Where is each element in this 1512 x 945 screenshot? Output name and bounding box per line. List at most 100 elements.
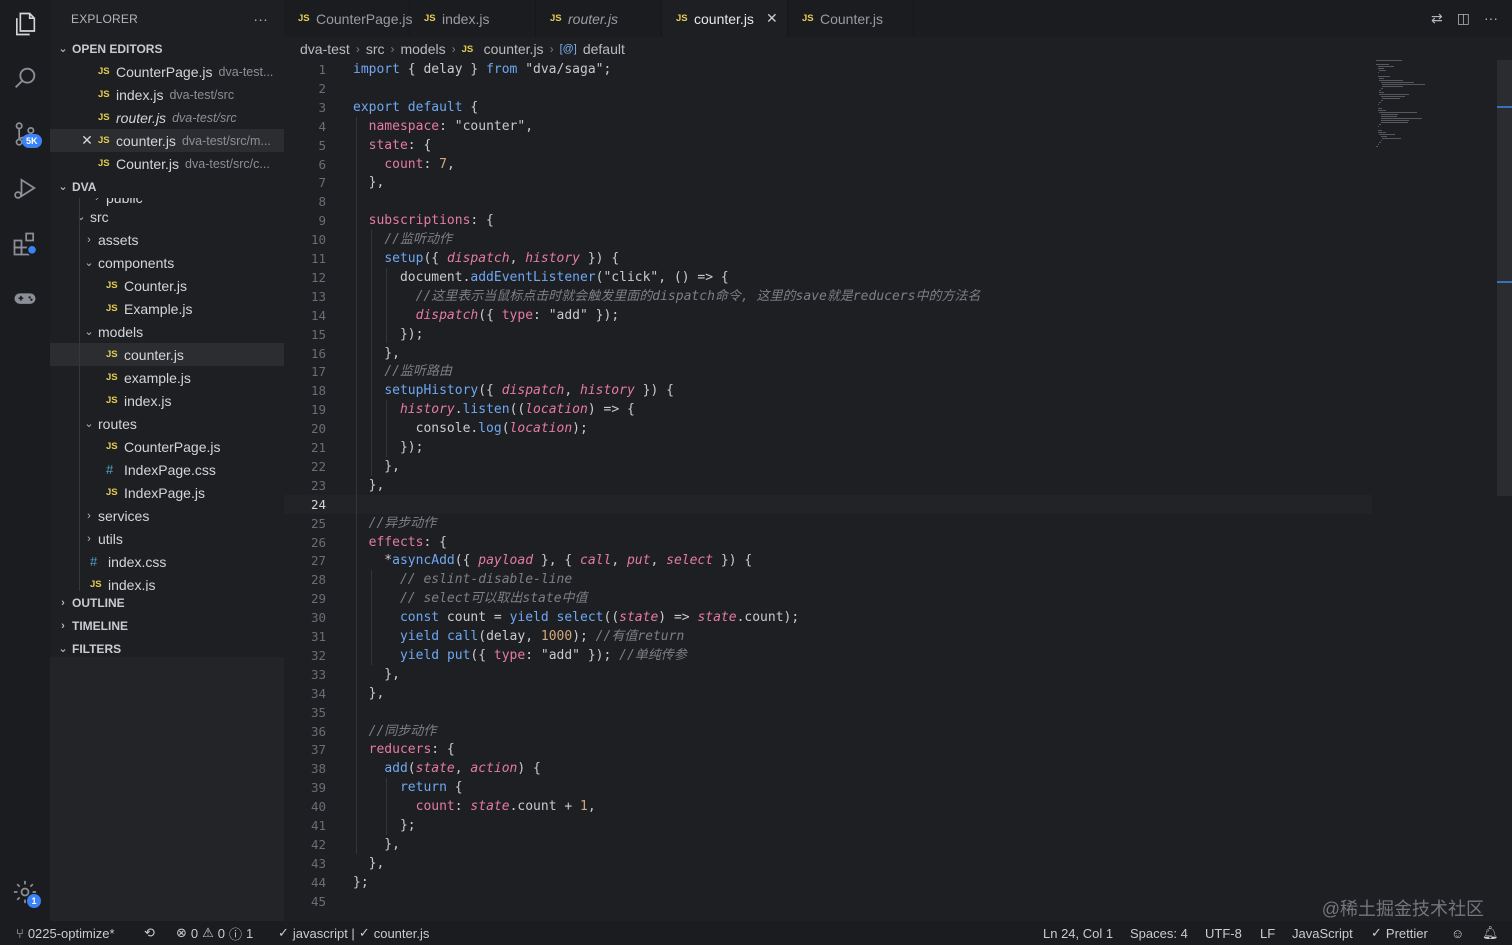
tab-counterpage-js[interactable]: JS CounterPage.js [284,0,413,37]
breadcrumb-item[interactable]: dva-test [300,41,350,57]
tree-item-folder[interactable]: ⌄ components [50,251,284,274]
explorer-more-icon[interactable]: ··· [253,11,268,27]
prettier-status[interactable]: ✓ Prettier [1371,925,1428,941]
timeline-section[interactable]: › TIMELINE [50,614,284,637]
branch-indicator[interactable]: ⑂ 0225-optimize* [16,926,115,941]
code-line[interactable]: 11 setup({ dispatch, history }) { [284,249,1372,268]
end-of-line[interactable]: LF [1260,926,1275,941]
code-line[interactable]: 3 export default { [284,98,1372,117]
tree-item-file[interactable]: JS index.js [50,573,284,592]
code-line[interactable]: 38 add(state, action) { [284,759,1372,778]
code-line[interactable]: 23 }, [284,476,1372,495]
code-line[interactable]: 24 [284,494,1372,514]
gamepad-icon[interactable] [0,276,50,320]
code-line[interactable]: 22 }, [284,457,1372,476]
code-line[interactable]: 2 [284,79,1372,98]
code-line[interactable]: 43 }, [284,854,1372,873]
tree-item-folder[interactable]: ⌄ models [50,320,284,343]
close-icon[interactable]: ✕ [766,10,778,27]
code-line[interactable]: 19 history.listen((location) => { [284,400,1372,419]
close-icon[interactable]: ✕ [76,132,98,149]
tree-item-folder[interactable]: ⌄ routes [50,412,284,435]
tree-item-folder[interactable]: ›public [50,198,142,209]
code-line[interactable]: 8 [284,192,1372,211]
more-actions-icon[interactable]: ··· [1484,10,1498,27]
tree-item-file[interactable]: JS IndexPage.js [50,481,284,504]
open-editor-item[interactable]: ✕ JS counter.js dva-test/src/m... [50,129,284,152]
search-icon[interactable] [0,56,50,100]
code-line[interactable]: 16 }, [284,344,1372,363]
settings-gear-icon[interactable] [0,870,50,914]
code-line[interactable]: 20 console.log(location); [284,419,1372,438]
code-line[interactable]: 12 document.addEventListener("click", ()… [284,268,1372,287]
tree-item-file[interactable]: JS Counter.js [50,274,284,297]
code-line[interactable]: 45 [284,892,1372,911]
code-line[interactable]: 33 }, [284,665,1372,684]
indentation[interactable]: Spaces: 4 [1130,926,1188,941]
breadcrumb-item[interactable]: default [583,41,625,57]
tree-item-file[interactable]: JS counter.js [50,343,284,366]
code-line[interactable]: 28 // eslint-disable-line [284,570,1372,589]
sync-icon[interactable]: ⟲ [144,925,155,941]
tab-counter-js[interactable]: JS counter.js ✕ [662,0,788,37]
open-editor-item[interactable]: JS CounterPage.js dva-test... [50,60,284,83]
code-line[interactable]: 31 yield call(delay, 1000); //有值return [284,627,1372,646]
code-line[interactable]: 44}; [284,873,1372,892]
code-line[interactable]: 18 setupHistory({ dispatch, history }) { [284,381,1372,400]
split-editor-icon[interactable]: ◫ [1457,10,1470,27]
code-line[interactable]: 30 const count = yield select((state) =>… [284,608,1372,627]
code-line[interactable]: 14 dispatch({ type: "add" }); [284,306,1372,325]
breadcrumb-item[interactable]: counter.js [484,41,544,57]
problems-indicator[interactable]: ⊗ 0 ⚠ 0 ⓘ 1 [176,924,253,943]
minimap[interactable] [1372,60,1496,150]
language-mode[interactable]: JavaScript [1292,926,1353,941]
tree-item-folder[interactable]: › utils [50,527,284,550]
code-line[interactable]: 34 }, [284,684,1372,703]
code-line[interactable]: 13 //这里表示当鼠标点击时就会触发里面的dispatch命令, 这里的sav… [284,287,1372,306]
code-line[interactable]: 17 //监听路由 [284,362,1372,381]
code-line[interactable]: 10 //监听动作 [284,230,1372,249]
tree-item-folder[interactable]: › assets [50,228,284,251]
code-line[interactable]: 15 }); [284,325,1372,344]
tree-item-file[interactable]: JS Example.js [50,297,284,320]
run-debug-icon[interactable] [0,166,50,210]
code-line[interactable]: 29 // select可以取出state中值 [284,589,1372,608]
tree-item-folder[interactable]: › services [50,504,284,527]
code-editor[interactable]: 1 import { delay } from "dva/saga"; 2 3 expo… [284,60,1512,912]
editor-scrollbar[interactable] [1497,60,1512,496]
open-editors-section[interactable]: ⌄ OPEN EDITORS [50,37,284,60]
code-line[interactable]: 42 }, [284,835,1372,854]
open-editor-item[interactable]: JS router.js dva-test/src [50,106,284,129]
code-line[interactable]: 21 }); [284,438,1372,457]
code-line[interactable]: 26 effects: { [284,533,1372,552]
tree-item-file[interactable]: JS example.js [50,366,284,389]
files-icon[interactable] [0,2,50,46]
outline-section[interactable]: › OUTLINE [50,591,284,614]
code-line[interactable]: 32 yield put({ type: "add" }); //单纯传参 [284,646,1372,665]
open-editor-item[interactable]: JS Counter.js dva-test/src/c... [50,152,284,175]
notifications-bell-icon[interactable]: 🔔︎ [1482,925,1499,941]
breadcrumb-item[interactable]: models [400,41,445,57]
code-line[interactable]: 27 *asyncAdd({ payload }, { call, put, s… [284,551,1372,570]
open-editor-item[interactable]: JS index.js dva-test/src [50,83,284,106]
project-section[interactable]: ⌄ DVA [50,175,284,198]
eslint-status[interactable]: ✓ javascript | ✓ counter.js [278,925,429,941]
tree-item-file[interactable]: JS index.js [50,389,284,412]
code-line[interactable]: 25 //异步动作 [284,514,1372,533]
code-line[interactable]: 35 [284,703,1372,722]
tree-item-file[interactable]: # index.css [50,550,284,573]
tree-item-file[interactable]: JS CounterPage.js [50,435,284,458]
compare-changes-icon[interactable]: ⇄ [1431,10,1443,27]
code-line[interactable]: 41 }; [284,816,1372,835]
code-line[interactable]: 5 state: { [284,136,1372,155]
code-line[interactable]: 1 import { delay } from "dva/saga"; [284,60,1372,79]
code-line[interactable]: 39 return { [284,778,1372,797]
code-line[interactable]: 7 }, [284,173,1372,192]
code-line[interactable]: 4 namespace: "counter", [284,117,1372,136]
code-line[interactable]: 40 count: state.count + 1, [284,797,1372,816]
tab-index-js[interactable]: JS index.js [410,0,536,37]
tab-counter-js[interactable]: JS Counter.js [788,0,914,37]
cursor-position[interactable]: Ln 24, Col 1 [1043,926,1113,941]
code-line[interactable]: 6 count: 7, [284,155,1372,174]
extensions-icon[interactable] [0,222,50,266]
